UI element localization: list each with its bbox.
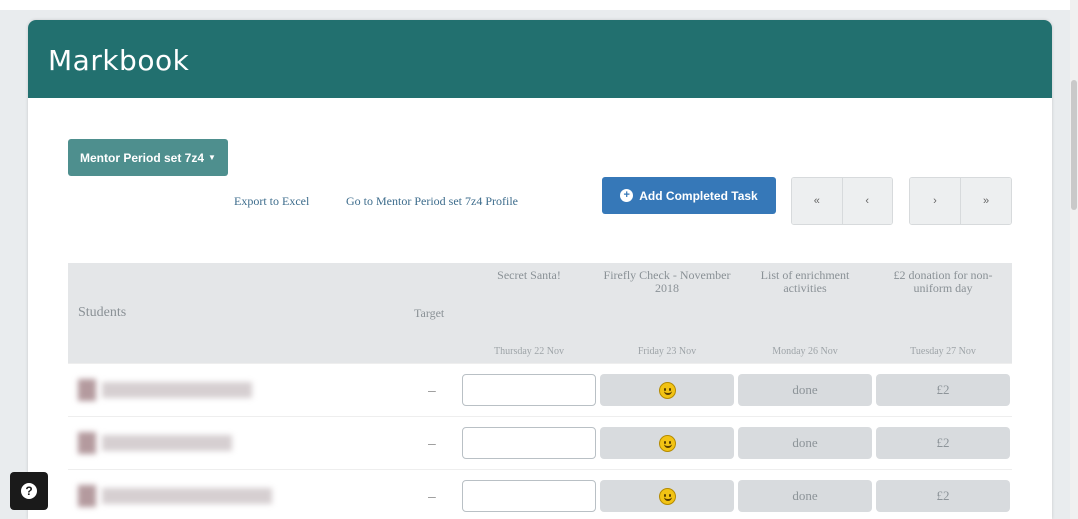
panel-header: Markbook [28,20,1052,98]
class-set-dropdown-label: Mentor Period set 7z4 [80,150,205,165]
blurred-text [102,382,252,398]
export-to-excel-link[interactable]: Export to Excel [234,194,309,209]
mark-cell[interactable] [598,469,736,519]
task-header-firefly-check[interactable]: Firefly Check - November 2018 Friday 23 … [598,263,736,363]
task-name: £2 donation for non-uniform day [893,268,993,295]
mark-cell[interactable]: £2 [874,363,1012,416]
avatar [78,485,96,507]
browser-top-strip [0,0,1078,10]
mark-box[interactable]: done [738,374,872,406]
student-name-cell[interactable] [68,363,410,416]
task-name: Secret Santa! [497,268,561,282]
student-name-cell[interactable] [68,469,410,519]
mark-cell[interactable] [460,363,598,416]
add-completed-task-label: Add Completed Task [639,188,758,203]
task-header-secret-santa[interactable]: Secret Santa! Thursday 22 Nov [460,263,598,363]
mark-cell[interactable]: £2 [874,469,1012,519]
pager-back-group: « ‹ [791,177,893,225]
plus-circle-icon: + [620,189,634,202]
profile-link[interactable]: Go to Mentor Period set 7z4 Profile [346,194,518,209]
mark-cell[interactable] [598,416,736,469]
mark-cell[interactable]: £2 [874,416,1012,469]
question-icon: ? [21,483,37,499]
page-title: Markbook [48,44,190,77]
markbook-table: Students Target Secret Santa! Thursday 2… [68,263,1012,519]
blurred-student-name [78,432,410,454]
pager-forward-group: › » [909,177,1012,225]
avatar [78,432,96,454]
avatar [78,379,96,401]
previous-page-button[interactable]: ‹ [841,178,892,224]
mark-input[interactable] [462,374,596,406]
target-cell: – [410,416,460,469]
table-row: – done £2 [68,363,1012,416]
blurred-student-name [78,485,410,507]
task-date: Tuesday 27 Nov [910,346,976,357]
markbook-panel: Markbook Mentor Period set 7z4 ▼ Export … [28,20,1052,519]
smiley-icon [658,487,676,505]
add-completed-task-button[interactable]: + Add Completed Task [602,177,776,214]
mark-input[interactable] [462,480,596,512]
student-name-cell[interactable] [68,416,410,469]
mark-cell[interactable] [598,363,736,416]
blurred-text [102,488,272,504]
mark-cell[interactable] [460,416,598,469]
scrollbar-thumb[interactable] [1071,80,1077,210]
mark-cell[interactable] [460,469,598,519]
mark-box[interactable]: £2 [876,427,1010,459]
blurred-student-name [78,379,410,401]
table-row: – done £2 [68,416,1012,469]
target-column-header: Target [410,263,460,363]
mark-input[interactable] [462,427,596,459]
first-page-button[interactable]: « [792,178,842,224]
task-date: Thursday 22 Nov [494,346,564,357]
mark-box[interactable]: £2 [876,374,1010,406]
blurred-text [102,435,232,451]
caret-down-icon: ▼ [208,153,216,162]
task-date: Friday 23 Nov [637,346,697,357]
mark-box[interactable]: £2 [876,480,1010,512]
help-button[interactable]: ? [10,472,48,510]
target-cell: – [410,469,460,519]
mark-cell[interactable]: done [736,363,874,416]
mark-box[interactable] [600,427,734,459]
last-page-button[interactable]: » [960,178,1011,224]
task-date: Monday 26 Nov [772,346,838,357]
next-page-button[interactable]: › [910,178,960,224]
smiley-icon [658,381,676,399]
mark-box[interactable]: done [738,480,872,512]
mark-box[interactable]: done [738,427,872,459]
students-column-header[interactable]: Students [68,263,410,363]
table-row: – done £2 [68,469,1012,519]
target-cell: – [410,363,460,416]
class-set-dropdown[interactable]: Mentor Period set 7z4 ▼ [68,139,228,176]
mark-cell[interactable]: done [736,469,874,519]
smiley-icon [658,434,676,452]
page-scrollbar[interactable] [1070,0,1078,519]
task-header-donation[interactable]: £2 donation for non-uniform day Tuesday … [874,263,1012,363]
task-name: Firefly Check - November 2018 [603,268,731,295]
task-header-enrichment[interactable]: List of enrichment activities Monday 26 … [736,263,874,363]
task-name: List of enrichment activities [760,268,850,295]
mark-cell[interactable]: done [736,416,874,469]
mark-box[interactable] [600,480,734,512]
mark-box[interactable] [600,374,734,406]
